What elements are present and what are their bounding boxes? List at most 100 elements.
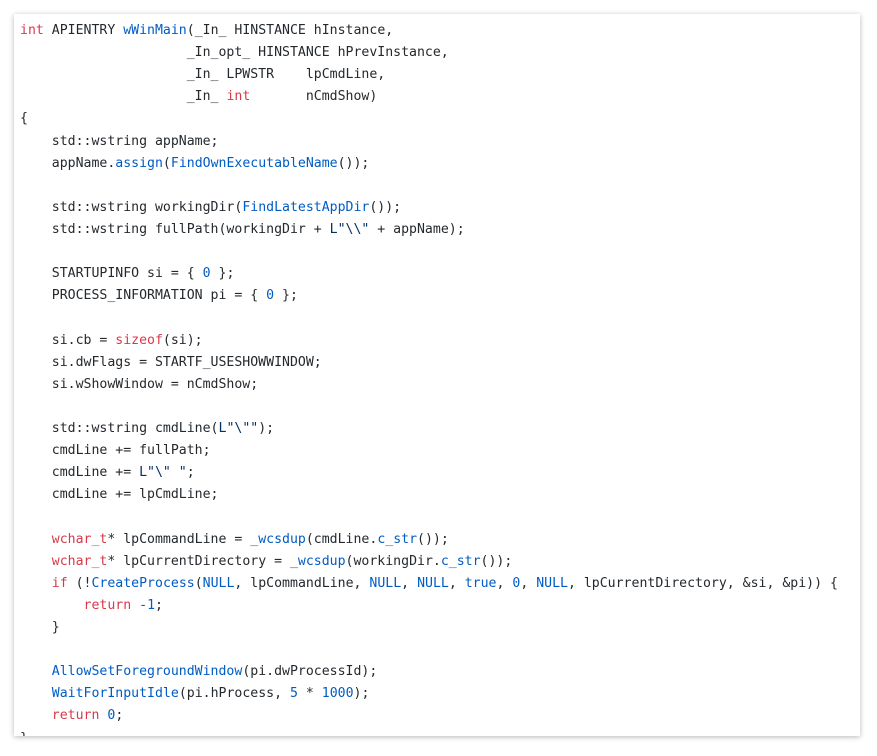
code-text: std::wstring workingDir( [20, 199, 243, 215]
code-text: PROCESS_INFORMATION pi = { [20, 288, 267, 304]
code-text: _In_ LPWSTR lpCmdLine, [20, 67, 386, 83]
code-text: ()); [480, 553, 513, 569]
code-text: ()); [369, 199, 402, 215]
code-text: , [496, 575, 513, 591]
string-token: L"\\" [329, 221, 370, 237]
code-line: si.dwFlags = STARTF_USESHOWWINDOW; [20, 352, 860, 374]
code-text: nCmdShow) [250, 89, 378, 105]
keyword-token: int [20, 23, 44, 38]
code-block[interactable]: int APIENTRY wWinMain(_In_ HINSTANCE hIn… [14, 14, 860, 736]
keyword-token: int [226, 89, 251, 105]
code-line: si.wShowWindow = nCmdShow; [20, 374, 860, 396]
function-token: AllowSetForegroundWindow [51, 664, 243, 680]
string-token: L"\"" [218, 420, 259, 436]
code-text: ()); [417, 531, 449, 547]
code-line: return -1; [20, 595, 860, 617]
code-text: , lpCurrentDirectory, &si, &pi)) { [567, 575, 838, 591]
code-line: if (!CreateProcess(NULL, lpCommandLine, … [20, 573, 860, 595]
code-text: (! [67, 575, 92, 591]
number-token: true [464, 575, 497, 591]
code-text: { [20, 111, 28, 127]
number-token: 1000 [321, 686, 354, 702]
code-line: STARTUPINFO si = { 0 }; [20, 263, 860, 285]
code-line: std::wstring fullPath(workingDir + L"\\"… [20, 219, 860, 241]
number-token: NULL [369, 575, 402, 591]
number-token: 0 [202, 266, 211, 282]
keyword-token: wchar_t [51, 531, 108, 547]
code-line: _In_opt_ HINSTANCE hPrevInstance, [20, 42, 860, 64]
code-text: ( [194, 575, 203, 591]
function-token: FindLatestAppDir [242, 199, 370, 215]
function-token: wWinMain [123, 23, 187, 38]
code-text: (workingDir. [345, 553, 441, 569]
code-line: AllowSetForegroundWindow(pi.dwProcessId)… [20, 661, 860, 683]
code-text: cmdLine += [20, 465, 140, 481]
code-line: std::wstring workingDir(FindLatestAppDir… [20, 197, 860, 219]
code-line: cmdLine += lpCmdLine; [20, 484, 860, 506]
code-line: appName.assign(FindOwnExecutableName()); [20, 153, 860, 175]
number-token: -1 [139, 597, 156, 613]
code-text: } [20, 619, 60, 635]
code-text: (pi.hProcess, [178, 686, 290, 702]
code-text: si.wShowWindow = nCmdShow; [20, 376, 259, 392]
function-token: FindOwnExecutableName [170, 155, 338, 171]
code-text: * [297, 686, 322, 702]
code-text: cmdLine += fullPath; [20, 443, 211, 459]
code-line: std::wstring cmdLine(L"\""); [20, 418, 860, 440]
code-text: ; [186, 465, 195, 481]
code-text: si.cb = [20, 332, 116, 348]
code-line: _In_ int nCmdShow) [20, 86, 860, 108]
code-text: , lpCommandLine, [234, 575, 370, 591]
code-text: (si); [162, 332, 203, 348]
code-text: } [20, 731, 28, 737]
keyword-token: sizeof [115, 332, 163, 348]
code-text: std::wstring fullPath(workingDir + [20, 221, 330, 237]
code-line: { [20, 108, 860, 130]
code-line: } [20, 728, 860, 737]
code-text: STARTUPINFO si = { [20, 266, 203, 282]
code-text: }; [274, 288, 298, 304]
code-text: std::wstring appName; [20, 133, 219, 149]
code-text: , [401, 575, 418, 591]
number-token: 5 [289, 686, 298, 702]
code-text: _In_ [20, 89, 227, 105]
code-text: * lpCurrentDirectory = [107, 553, 290, 569]
code-viewer: int APIENTRY wWinMain(_In_ HINSTANCE hIn… [14, 14, 860, 736]
number-token: NULL [202, 575, 235, 591]
code-line: WaitForInputIdle(pi.hProcess, 5 * 1000); [20, 683, 860, 705]
keyword-token: return [83, 597, 132, 613]
number-token: 0 [266, 288, 275, 304]
code-text: std::wstring cmdLine( [20, 420, 219, 436]
keyword-token: wchar_t [51, 553, 108, 569]
code-text: (_In_ HINSTANCE hInstance, [186, 23, 394, 38]
code-line: } [20, 617, 860, 639]
code-text: (pi.dwProcessId); [242, 664, 378, 680]
string-token: L"\" " [139, 465, 187, 481]
code-line: _In_ LPWSTR lpCmdLine, [20, 64, 860, 86]
keyword-token: return [51, 708, 100, 724]
code-text: , [448, 575, 465, 591]
code-line: si.cb = sizeof(si); [20, 330, 860, 352]
code-text: si.dwFlags = STARTF_USESHOWWINDOW; [20, 354, 322, 370]
code-line: cmdLine += fullPath; [20, 440, 860, 462]
code-line: int APIENTRY wWinMain(_In_ HINSTANCE hIn… [20, 20, 860, 42]
code-text: ); [353, 686, 370, 702]
code-text: cmdLine += lpCmdLine; [20, 487, 219, 503]
code-text: , [520, 575, 537, 591]
code-line: PROCESS_INFORMATION pi = { 0 }; [20, 285, 860, 307]
code-text: + appName); [369, 221, 465, 237]
code-text: * lpCommandLine = [107, 531, 251, 547]
function-token: WaitForInputIdle [51, 686, 179, 702]
code-text: appName. [20, 155, 116, 171]
